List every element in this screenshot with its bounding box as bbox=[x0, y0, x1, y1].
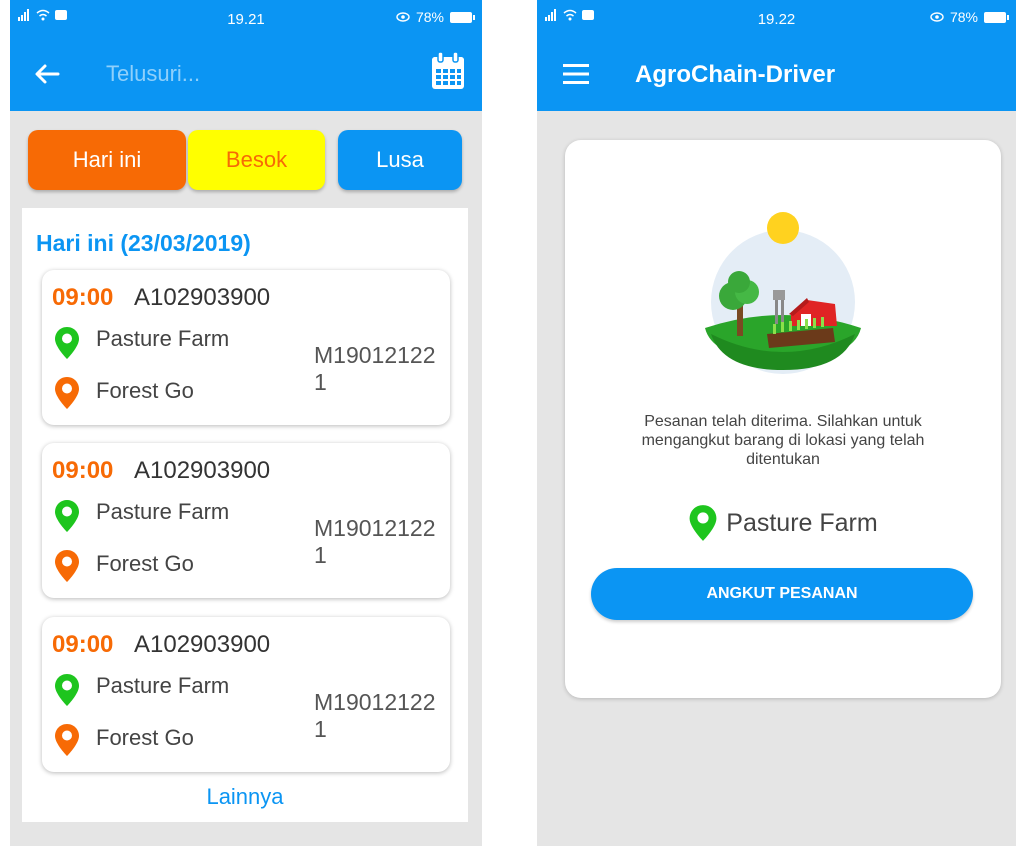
main-app-bar: AgroChain-Driver bbox=[537, 37, 1016, 111]
day-filter-group: Hari ini Besok Lusa bbox=[10, 130, 482, 190]
order-manifest: M190121221 bbox=[314, 342, 436, 395]
location-pin-green-icon bbox=[55, 674, 79, 706]
order-manifest: M190121221 bbox=[314, 689, 436, 742]
location-pin-green-icon bbox=[55, 327, 79, 359]
order-manifest: M190121221 bbox=[314, 515, 436, 568]
order-time: 09:00 bbox=[52, 631, 114, 658]
location-pin-orange-icon bbox=[55, 724, 79, 756]
filter-tomorrow-button[interactable]: Besok bbox=[188, 130, 325, 190]
location-pin-green-icon bbox=[55, 500, 79, 532]
farm-illustration bbox=[705, 212, 861, 374]
order-time: 09:00 bbox=[52, 457, 114, 484]
search-input[interactable] bbox=[106, 57, 406, 91]
battery-percent: 78% bbox=[415, 9, 444, 25]
app-title: AgroChain-Driver bbox=[635, 61, 836, 88]
order-origin: Pasture Farm bbox=[96, 499, 230, 524]
filter-today-button[interactable]: Hari ini bbox=[28, 130, 186, 190]
status-bar: 19.21 78% bbox=[10, 0, 482, 37]
order-origin: Pasture Farm bbox=[96, 673, 230, 698]
order-code: A102903900 bbox=[134, 284, 271, 311]
location-pin-orange-icon bbox=[55, 377, 79, 409]
calendar-icon[interactable] bbox=[430, 51, 466, 91]
confirmation-card: Pesanan telah diterima. Silahkan untuk m… bbox=[565, 140, 1001, 698]
battery-percent: 78% bbox=[949, 9, 978, 25]
order-time: 09:00 bbox=[52, 284, 114, 311]
order-destination: Forest Go bbox=[96, 551, 194, 576]
battery-icon bbox=[450, 11, 475, 23]
order-code: A102903900 bbox=[134, 631, 271, 658]
back-arrow-icon[interactable] bbox=[32, 59, 62, 89]
order-list-panel: Hari ini (23/03/2019) 09:00 A102903900 P… bbox=[22, 208, 468, 822]
battery-icon bbox=[984, 11, 1009, 23]
search-app-bar bbox=[10, 37, 482, 111]
order-destination: Forest Go bbox=[96, 725, 194, 750]
location-pin-green-icon bbox=[689, 505, 717, 541]
eye-icon bbox=[930, 12, 944, 22]
location-pin-orange-icon bbox=[55, 550, 79, 582]
schedule-screen: 19.21 78% Hari ini Besok Lusa Ha bbox=[10, 0, 482, 846]
hamburger-menu-icon[interactable] bbox=[563, 64, 589, 84]
confirmation-screen: 19.22 78% AgroChain-Driver Pesanan telah… bbox=[537, 0, 1016, 846]
more-link[interactable]: Lainnya bbox=[22, 784, 468, 810]
pickup-location: Pasture Farm bbox=[565, 504, 1001, 542]
status-right: 78% bbox=[396, 9, 475, 25]
order-origin: Pasture Farm bbox=[96, 326, 230, 351]
status-right: 78% bbox=[930, 9, 1009, 25]
order-card[interactable]: 09:00 A102903900 Pasture Farm Forest Go … bbox=[42, 270, 450, 425]
list-title: Hari ini (23/03/2019) bbox=[36, 230, 251, 256]
order-card[interactable]: 09:00 A102903900 Pasture Farm Forest Go … bbox=[42, 443, 450, 598]
filter-day-after-button[interactable]: Lusa bbox=[338, 130, 462, 190]
pickup-location-name: Pasture Farm bbox=[726, 508, 878, 537]
order-code: A102903900 bbox=[134, 457, 271, 484]
order-destination: Forest Go bbox=[96, 378, 194, 403]
eye-icon bbox=[396, 12, 410, 22]
carry-order-button[interactable]: ANGKUT PESANAN bbox=[591, 568, 973, 620]
order-card[interactable]: 09:00 A102903900 Pasture Farm Forest Go … bbox=[42, 617, 450, 772]
status-bar: 19.22 78% bbox=[537, 0, 1016, 37]
confirmation-message: Pesanan telah diterima. Silahkan untuk m… bbox=[641, 413, 925, 468]
